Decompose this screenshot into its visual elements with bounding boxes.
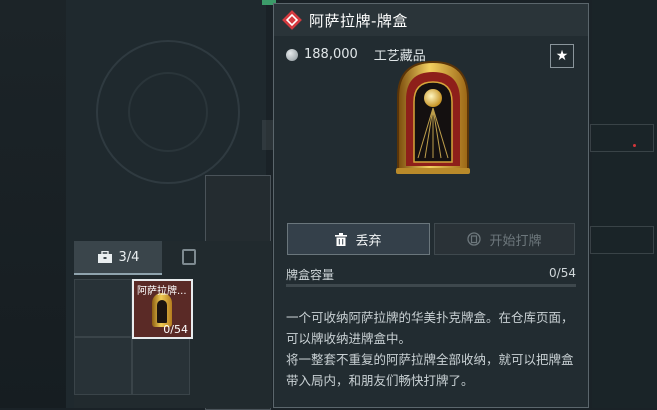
inventory-tabs: 3/4 — [74, 241, 272, 275]
capacity-label: 牌盒容量 — [286, 268, 335, 282]
capacity-row: 牌盒容量 0/54 — [286, 266, 576, 283]
star-icon: ★ — [555, 48, 569, 64]
cards-icon — [467, 232, 482, 246]
inventory-cell[interactable] — [74, 337, 132, 395]
item-description: 一个可收纳阿萨拉牌的华美扑克牌盒。在仓库页面，可以牌收纳进牌盒中。 将一整套不重… — [286, 307, 578, 391]
card-case-image — [396, 60, 470, 174]
tooltip-header: 阿萨拉牌-牌盒 — [274, 4, 588, 36]
background-slot — [590, 226, 654, 254]
briefcase-icon — [97, 250, 112, 263]
capacity-value: 0/54 — [549, 266, 576, 280]
discard-label: 丢弃 — [355, 233, 382, 249]
slot-item-count: 0/54 — [163, 323, 188, 336]
capacity-bar — [286, 284, 576, 287]
background-slot — [590, 124, 654, 152]
background-right — [592, 0, 657, 408]
item-tooltip: 阿萨拉牌-牌盒 188,000 工艺藏品 ★ 丢弃 开始打牌 牌盒容量 0/54… — [273, 3, 589, 408]
coin-icon — [286, 48, 298, 61]
item-value: 188,000 — [304, 47, 358, 62]
diamond-rarity-icon — [282, 10, 302, 30]
tab-backpack[interactable]: 3/4 — [74, 241, 162, 275]
favorite-button[interactable]: ★ — [550, 44, 574, 68]
tab-count: 3/4 — [118, 249, 140, 265]
inventory-cell[interactable] — [132, 337, 190, 395]
faction-emblem — [96, 40, 240, 184]
inventory-cell[interactable] — [74, 279, 132, 337]
card-case-thumbnail — [152, 293, 172, 327]
start-play-label: 开始打牌 — [489, 233, 542, 249]
discard-button[interactable]: 丢弃 — [287, 223, 430, 255]
marker-dot — [633, 144, 636, 147]
start-play-button[interactable]: 开始打牌 — [434, 223, 575, 255]
background-left — [0, 0, 66, 408]
description-paragraph: 将一整套不重复的阿萨拉牌全部收纳，就可以把牌盒带入局内，和朋友们畅快打牌了。 — [286, 352, 574, 388]
slot-item-name: 阿萨拉牌... — [137, 286, 187, 297]
inventory-grid: 阿萨拉牌... 0/54 — [74, 279, 194, 408]
inventory-panel: 3/4 阿萨拉牌... 0/54 — [74, 241, 272, 408]
tab-secondary[interactable] — [182, 249, 196, 265]
description-paragraph: 一个可收纳阿萨拉牌的华美扑克牌盒。在仓库页面，可以牌收纳进牌盒中。 — [286, 310, 574, 346]
inventory-item-card-case[interactable]: 阿萨拉牌... 0/54 — [132, 279, 193, 339]
item-title: 阿萨拉牌-牌盒 — [309, 12, 408, 30]
trash-icon — [335, 232, 348, 246]
